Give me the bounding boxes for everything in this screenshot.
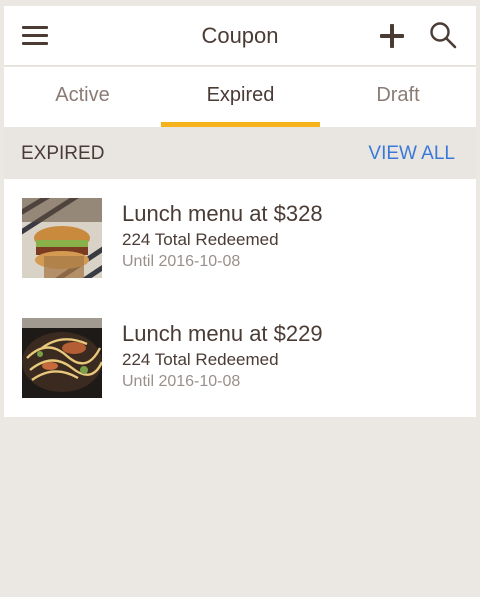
coupon-item[interactable]: Lunch menu at $229 224 Total Redeemed Un… bbox=[4, 298, 476, 417]
tab-label: Draft bbox=[376, 84, 420, 106]
tab-active[interactable]: Active bbox=[4, 67, 161, 127]
section-header: EXPIRED VIEW ALL bbox=[4, 127, 476, 179]
tab-label: Expired bbox=[206, 84, 275, 106]
tab-draft[interactable]: Draft bbox=[320, 67, 476, 127]
coupon-item[interactable]: Lunch menu at $328 224 Total Redeemed Un… bbox=[4, 179, 476, 298]
view-all-link[interactable]: VIEW ALL bbox=[368, 143, 455, 165]
coupon-list: Lunch menu at $328 224 Total Redeemed Un… bbox=[4, 179, 476, 417]
search-icon[interactable] bbox=[428, 20, 458, 50]
tab-bar: Active Expired Draft bbox=[4, 67, 476, 127]
coupon-redeemed-count: 224 Total Redeemed bbox=[122, 350, 279, 369]
pasta-photo bbox=[22, 318, 102, 398]
app-screen: Coupon Active Expired Draft EXPIRED VIEW… bbox=[4, 6, 476, 591]
coupon-title: Lunch menu at $229 bbox=[122, 321, 323, 346]
plus-icon[interactable] bbox=[378, 22, 406, 50]
tab-expired[interactable]: Expired bbox=[161, 67, 320, 127]
coupon-title: Lunch menu at $328 bbox=[122, 201, 323, 226]
section-title: EXPIRED bbox=[21, 143, 105, 164]
coupon-redeemed-count: 224 Total Redeemed bbox=[122, 230, 279, 249]
burger-photo bbox=[22, 198, 102, 278]
top-app-bar: Coupon bbox=[4, 6, 476, 66]
tab-label: Active bbox=[55, 84, 110, 106]
coupon-expiry-date: Until 2016-10-08 bbox=[122, 373, 241, 390]
coupon-expiry-date: Until 2016-10-08 bbox=[122, 253, 241, 270]
